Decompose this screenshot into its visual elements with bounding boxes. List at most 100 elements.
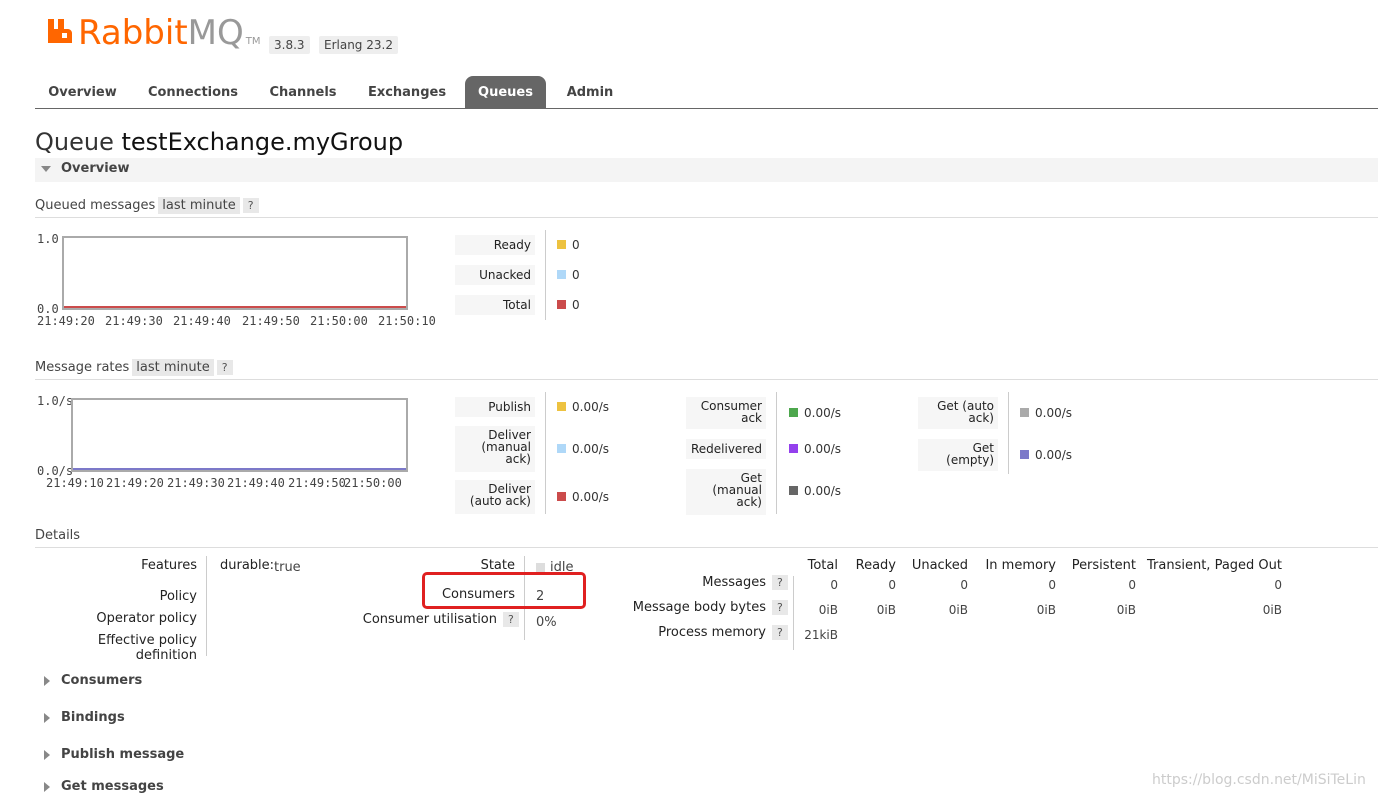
details-header: Details: [35, 528, 1378, 548]
legend-get-empty-value: 0.00/s: [1035, 448, 1073, 462]
process-memory-help-button[interactable]: ?: [772, 625, 788, 640]
queued-messages-header: Queued messages last minute?: [35, 197, 1378, 218]
features-label: Features: [141, 558, 197, 573]
utilisation-help-button[interactable]: ?: [503, 612, 519, 627]
get-messages-section-label: Get messages: [61, 779, 164, 794]
legend-get-auto-label: Get (auto ack): [918, 397, 998, 429]
queued-range-selector[interactable]: last minute: [158, 197, 240, 214]
rates-x-tick: 21:49:10: [46, 476, 104, 490]
messages-transient: 0: [1274, 578, 1282, 592]
legend-deliver-auto-swatch: [557, 492, 566, 501]
queued-x-tick: 21:49:20: [37, 314, 95, 328]
legend-get-auto-swatch: [1020, 408, 1029, 417]
utilisation-value: 0%: [536, 615, 557, 630]
tab-channels[interactable]: Channels: [257, 76, 349, 108]
rabbitmq-logo-icon: [48, 19, 72, 43]
queued-messages-title: Queued messages: [35, 198, 156, 213]
consumer-utilisation-label: Consumer utilisation: [362, 612, 497, 627]
publish-message-section-label: Publish message: [61, 747, 185, 762]
bytes-unacked: 0iB: [948, 603, 968, 617]
tab-overview[interactable]: Overview: [35, 76, 130, 108]
bytes-persistent: 0iB: [1116, 603, 1136, 617]
legend-total-swatch: [557, 300, 566, 309]
get-messages-section-toggle[interactable]: Get messages: [35, 776, 435, 800]
legend-separator: [1008, 392, 1009, 474]
queue-name: testExchange.myGroup: [121, 128, 404, 156]
legend-total-label: Total: [455, 295, 535, 315]
consumers-section-toggle[interactable]: Consumers: [35, 670, 435, 694]
erlang-badge: Erlang 23.2: [319, 36, 398, 54]
rabbitmq-logo[interactable]: RabbitMQ TM: [46, 16, 261, 50]
operator-policy-label: Operator policy: [96, 611, 197, 626]
queued-x-tick: 21:49:30: [105, 314, 163, 328]
bindings-section-label: Bindings: [61, 710, 125, 725]
rates-x-tick: 21:50:00: [344, 476, 402, 490]
rates-x-tick: 21:49:40: [227, 476, 285, 490]
logo-text: RabbitMQ: [78, 16, 244, 50]
messages-unacked: 0: [960, 578, 968, 592]
overview-section-label: Overview: [61, 161, 130, 176]
queued-total-line: [64, 306, 406, 308]
legend-get-empty-swatch: [1020, 450, 1029, 459]
legend-total-value: 0: [572, 298, 580, 312]
collapse-arrow-icon: [44, 782, 50, 792]
messages-help-button[interactable]: ?: [772, 575, 788, 590]
legend-redelivered-label: Redelivered: [686, 439, 766, 459]
legend-redelivered-value: 0.00/s: [804, 442, 842, 456]
page-title: Queue testExchange.myGroup: [35, 128, 403, 156]
rates-line: [73, 468, 406, 470]
bindings-section-toggle[interactable]: Bindings: [35, 707, 435, 731]
logo-rabbit: Rabbit: [78, 13, 188, 53]
collapse-arrow-icon: [44, 713, 50, 723]
rates-x-tick: 21:49:30: [167, 476, 225, 490]
messages-ready: 0: [888, 578, 896, 592]
tab-queues[interactable]: Queues: [465, 76, 546, 108]
message-rates-chart: [71, 398, 408, 472]
details-divider: [206, 556, 207, 656]
tab-admin[interactable]: Admin: [555, 76, 625, 108]
legend-get-manual-swatch: [789, 486, 798, 495]
legend-redelivered-swatch: [789, 444, 798, 453]
messages-row-label: Messages: [702, 575, 766, 590]
process-memory-value: 21kiB: [804, 628, 838, 642]
expand-arrow-icon: [41, 166, 51, 172]
watermark: https://blog.csdn.net/MiSiTeLin: [1152, 772, 1366, 788]
legend-ready-label: Ready: [455, 235, 535, 255]
legend-deliver-auto-value: 0.00/s: [572, 490, 610, 504]
legend-consumer-ack-swatch: [789, 408, 798, 417]
state-label: State: [480, 558, 515, 573]
logo-mq: MQ: [187, 13, 244, 53]
queued-x-tick: 21:50:00: [310, 314, 368, 328]
legend-separator: [776, 392, 777, 514]
legend-get-auto-value: 0.00/s: [1035, 406, 1073, 420]
legend-get-manual-label: Get (manual ack): [686, 469, 766, 515]
legend-ready-swatch: [557, 240, 566, 249]
overview-section-toggle[interactable]: Overview: [35, 158, 1378, 182]
legend-consumer-ack-label: Consumer ack: [686, 397, 766, 429]
details-title: Details: [35, 528, 81, 543]
message-rates-title: Message rates: [35, 360, 130, 375]
consumers-highlight-box: [422, 572, 586, 609]
queued-help-button[interactable]: ?: [242, 198, 259, 213]
tab-connections[interactable]: Connections: [137, 76, 249, 108]
messages-total: 0: [830, 578, 838, 592]
process-memory-row-label: Process memory: [658, 625, 766, 640]
column-unacked: Unacked: [911, 558, 968, 573]
messages-persistent: 0: [1128, 578, 1136, 592]
column-in-memory: In memory: [985, 558, 1056, 573]
rates-range-selector[interactable]: last minute: [132, 359, 214, 376]
legend-consumer-ack-value: 0.00/s: [804, 406, 842, 420]
rates-x-tick: 21:49:50: [288, 476, 346, 490]
legend-deliver-manual-value: 0.00/s: [572, 442, 610, 456]
publish-message-section-toggle[interactable]: Publish message: [35, 744, 435, 768]
bytes-in-memory: 0iB: [1036, 603, 1056, 617]
queued-x-tick: 21:50:10: [378, 314, 436, 328]
queued-x-tick: 21:49:50: [242, 314, 300, 328]
body-bytes-help-button[interactable]: ?: [772, 600, 788, 615]
tab-exchanges[interactable]: Exchanges: [357, 76, 457, 108]
column-total: Total: [807, 558, 838, 573]
legend-publish-swatch: [557, 402, 566, 411]
bytes-ready: 0iB: [876, 603, 896, 617]
durable-key: durable:: [220, 558, 275, 573]
rates-help-button[interactable]: ?: [216, 360, 233, 375]
